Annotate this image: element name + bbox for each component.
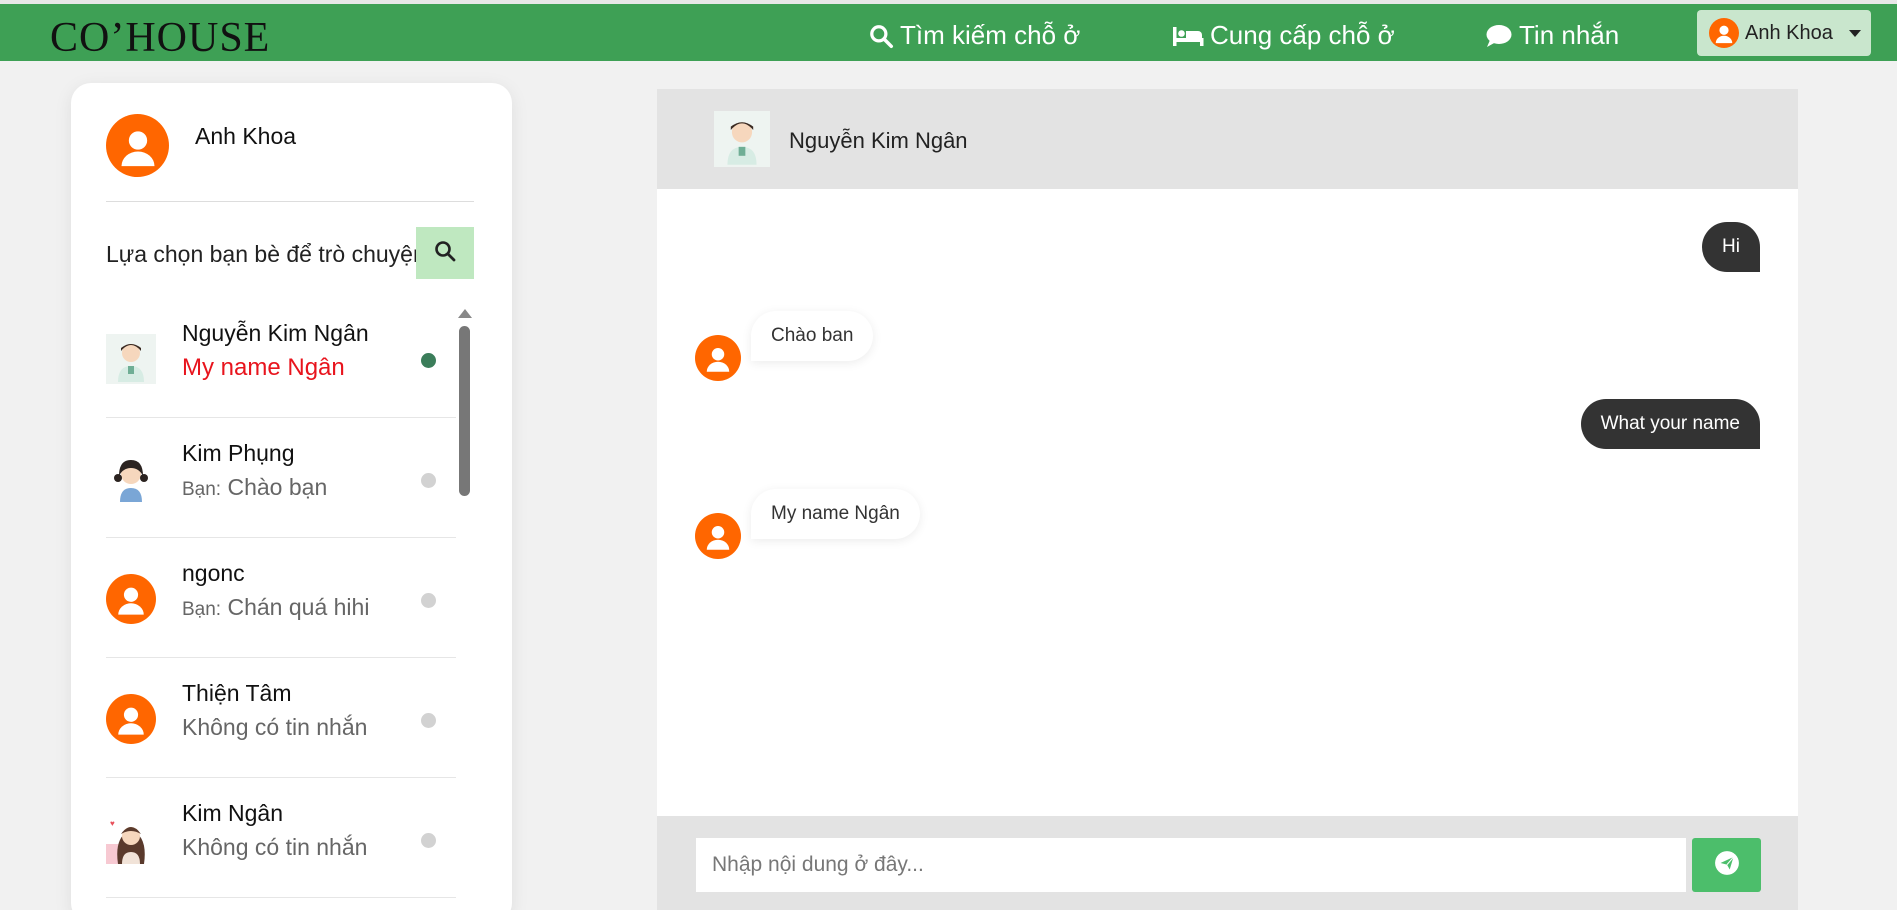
contact-name: ngonc [182, 560, 245, 586]
contact-avatar: ♥ [106, 814, 156, 864]
message-text: Chào bạn [227, 474, 328, 500]
nav-search-housing-label: Tìm kiếm chỗ ở [900, 20, 1081, 50]
user-menu-button[interactable]: Anh Khoa [1697, 10, 1871, 56]
incoming-message: Chào ban [751, 311, 874, 361]
send-icon [1714, 850, 1740, 881]
bed-icon [1172, 23, 1204, 49]
svg-text:♥: ♥ [110, 819, 115, 828]
sender-avatar [695, 513, 741, 559]
user-avatar-icon [1709, 18, 1739, 48]
contact-name: Kim Ngân [182, 800, 283, 826]
contact-item[interactable]: ngonc Bạn: Chán quá hihi [106, 538, 456, 658]
message-prefix: Bạn: [182, 599, 222, 620]
contact-item[interactable]: Thiện Tâm Không có tin nhắn [106, 658, 456, 778]
caret-down-icon [1848, 29, 1861, 37]
outgoing-message: What your name [1580, 399, 1760, 449]
nav-messages-label: Tin nhắn [1519, 20, 1620, 50]
offline-status-dot [421, 473, 436, 488]
contact-avatar [106, 454, 156, 504]
incoming-message: My name Ngân [751, 489, 920, 539]
contacts-sidebar: Anh Khoa Lựa chọn bạn bè để trò chuyện N… [71, 83, 512, 910]
chat-composer [657, 816, 1798, 910]
contact-avatar [106, 694, 156, 744]
nav-provide-housing-label: Cung cấp chỗ ở [1210, 20, 1395, 50]
contact-list-scrollbar[interactable] [459, 326, 470, 496]
contact-last-message: Không có tin nhắn [182, 834, 368, 860]
partner-name: Nguyễn Kim Ngân [789, 128, 968, 153]
send-button[interactable] [1692, 838, 1761, 892]
offline-status-dot [421, 833, 436, 848]
contact-avatar [106, 334, 156, 384]
nav-search-housing[interactable]: Tìm kiếm chỗ ở [868, 20, 1080, 51]
friend-search-field[interactable]: Lựa chọn bạn bè để trò chuyện [106, 241, 416, 268]
nav-provide-housing[interactable]: Cung cấp chỗ ở [1172, 20, 1395, 51]
contact-list: Nguyễn Kim Ngân My name Ngân Kim Phụng B… [106, 298, 456, 898]
my-name: Anh Khoa [195, 123, 297, 149]
offline-status-dot [421, 713, 436, 728]
partner-avatar [714, 111, 770, 167]
contact-item[interactable]: Nguyễn Kim Ngân My name Ngân [106, 298, 456, 418]
outgoing-message: Hi [1702, 222, 1760, 272]
contact-name: Kim Phụng [182, 440, 295, 466]
contact-name: Nguyễn Kim Ngân [182, 320, 369, 346]
chat-header: Nguyễn Kim Ngân [657, 89, 1798, 189]
top-navbar: CO’HOUSE Tìm kiếm chỗ ở Cung cấp chỗ ở T… [0, 0, 1897, 61]
message-input[interactable] [696, 838, 1686, 892]
contact-last-message: My name Ngân [182, 354, 345, 381]
chat-panel: Nguyễn Kim Ngân Hi Chào ban What your na… [657, 89, 1798, 910]
search-icon [868, 23, 894, 49]
online-status-dot [421, 353, 436, 368]
message-prefix: Bạn: [182, 479, 222, 500]
friend-search-button[interactable] [416, 227, 474, 279]
nav-messages[interactable]: Tin nhắn [1485, 20, 1619, 51]
contact-avatar [106, 574, 156, 624]
my-avatar [106, 114, 169, 177]
divider [106, 201, 474, 202]
contact-item[interactable]: Kim Phụng Bạn: Chào bạn [106, 418, 456, 538]
search-icon [433, 239, 457, 268]
sender-avatar [695, 335, 741, 381]
chat-bubble-icon [1485, 23, 1513, 49]
user-menu-name: Anh Khoa [1745, 21, 1833, 44]
logo[interactable]: CO’HOUSE [50, 17, 270, 59]
contact-name: Thiện Tâm [182, 680, 292, 706]
contact-last-message: Bạn: Chào bạn [182, 474, 327, 501]
contact-last-message: Không có tin nhắn [182, 714, 368, 740]
contact-last-message: Bạn: Chán quá hihi [182, 594, 369, 621]
contact-item[interactable]: ♥ Kim Ngân Không có tin nhắn [106, 778, 456, 898]
message-text: Chán quá hihi [227, 594, 370, 620]
scroll-up-arrow-icon[interactable] [458, 309, 472, 318]
offline-status-dot [421, 593, 436, 608]
